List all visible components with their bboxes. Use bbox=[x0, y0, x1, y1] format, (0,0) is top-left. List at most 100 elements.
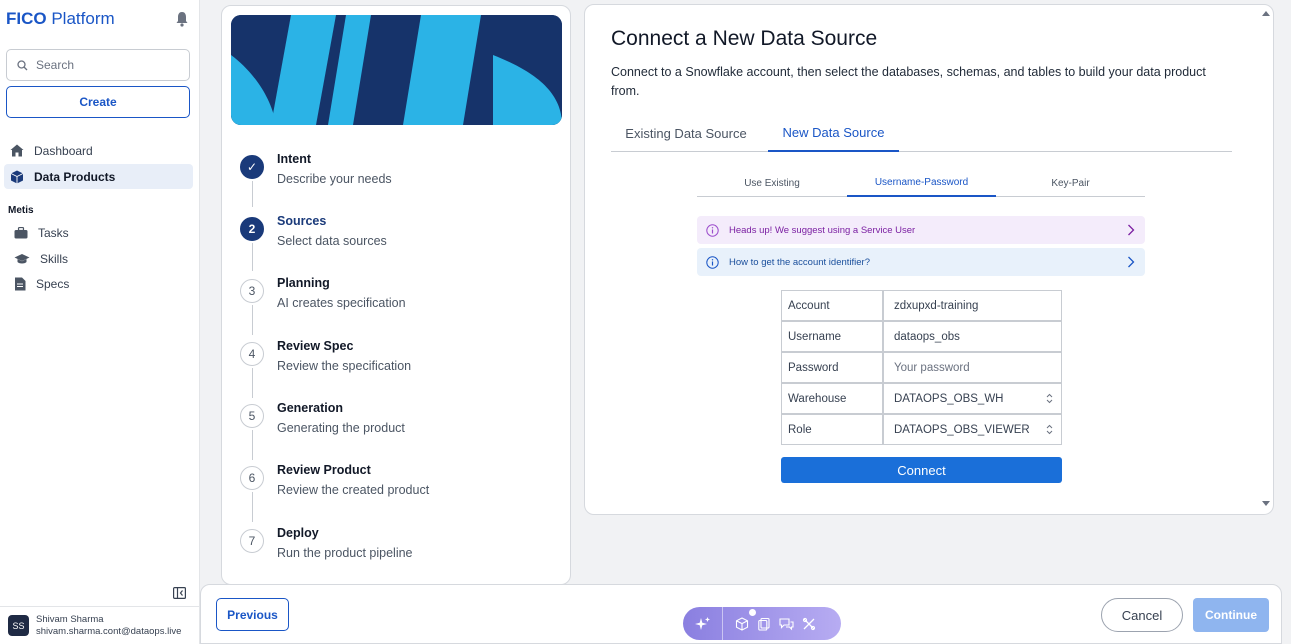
step-deploy[interactable]: 7 Deploy Run the product pipeline bbox=[240, 526, 560, 570]
sidebar-item-label: Tasks bbox=[38, 226, 69, 240]
sidebar: FICO Platform Search Create Dashboard Da… bbox=[0, 0, 200, 644]
assistant-dock bbox=[683, 607, 841, 640]
search-icon bbox=[17, 59, 28, 70]
step-planning[interactable]: 3 Planning AI creates specification bbox=[240, 276, 560, 320]
account-field[interactable]: zdxupxd-training bbox=[883, 290, 1062, 321]
step-review-product[interactable]: 6 Review Product Review the created prod… bbox=[240, 463, 560, 507]
collapse-sidebar-icon[interactable] bbox=[173, 587, 186, 599]
subtab-username-password[interactable]: Username-Password bbox=[847, 169, 996, 197]
brand-secondary: Platform bbox=[51, 9, 115, 28]
step-number: 7 bbox=[240, 529, 264, 553]
account-identifier-alert[interactable]: How to get the account identifier? bbox=[697, 248, 1145, 276]
form-row-password: Password Your password bbox=[781, 352, 1062, 383]
warehouse-select[interactable]: DATAOPS_OBS_WH bbox=[883, 383, 1062, 414]
select-updown-icon bbox=[1046, 424, 1053, 435]
user-email: shivam.sharma.cont@dataops.live bbox=[36, 625, 182, 637]
avatar: SS bbox=[8, 615, 29, 636]
subtab-use-existing[interactable]: Use Existing bbox=[697, 169, 847, 197]
step-number: 3 bbox=[240, 279, 264, 303]
step-review-spec[interactable]: 4 Review Spec Review the specification bbox=[240, 339, 560, 383]
service-user-alert[interactable]: Heads up! We suggest using a Service Use… bbox=[697, 216, 1145, 244]
step-number: 2 bbox=[240, 217, 264, 241]
tab-existing-data-source[interactable]: Existing Data Source bbox=[611, 115, 761, 152]
username-field[interactable]: dataops_obs bbox=[883, 321, 1062, 352]
alert-text: Heads up! We suggest using a Service Use… bbox=[729, 224, 916, 236]
step-desc: Select data sources bbox=[277, 234, 387, 248]
field-label: Username bbox=[781, 321, 883, 352]
form-row-account: Account zdxupxd-training bbox=[781, 290, 1062, 321]
form-row-role: Role DATAOPS_OBS_VIEWER bbox=[781, 414, 1062, 445]
field-label: Warehouse bbox=[781, 383, 883, 414]
step-title: Generation bbox=[277, 401, 343, 415]
chevron-right-icon bbox=[1128, 256, 1135, 268]
briefcase-icon bbox=[14, 227, 28, 239]
document-icon bbox=[15, 277, 26, 291]
sidebar-item-dashboard[interactable]: Dashboard bbox=[4, 138, 193, 163]
step-number: 4 bbox=[240, 342, 264, 366]
chevron-right-icon bbox=[1128, 224, 1135, 236]
step-desc: Describe your needs bbox=[277, 172, 392, 186]
previous-button[interactable]: Previous bbox=[216, 598, 289, 631]
step-desc: Run the product pipeline bbox=[277, 546, 413, 560]
user-profile[interactable]: SS Shivam Sharma shivam.sharma.cont@data… bbox=[0, 606, 200, 644]
step-desc: AI creates specification bbox=[277, 296, 406, 310]
step-desc: Review the specification bbox=[277, 359, 412, 373]
cube-outline-icon[interactable] bbox=[735, 616, 749, 631]
step-title: Deploy bbox=[277, 526, 319, 540]
user-name: Shivam Sharma bbox=[36, 613, 104, 625]
page-description: Connect to a Snowflake account, then sel… bbox=[611, 65, 1206, 98]
select-updown-icon bbox=[1046, 393, 1053, 404]
tab-new-data-source[interactable]: New Data Source bbox=[768, 115, 899, 152]
step-title: Sources bbox=[277, 214, 327, 228]
notification-dot bbox=[749, 609, 756, 616]
connect-data-source-panel: Connect a New Data Source Connect to a S… bbox=[584, 4, 1274, 515]
auth-method-tabs: Use Existing Username-Password Key-Pair bbox=[697, 169, 1145, 197]
copy-pages-icon[interactable] bbox=[757, 617, 771, 631]
create-button[interactable]: Create bbox=[6, 86, 190, 118]
page-title: Connect a New Data Source bbox=[611, 27, 878, 50]
select-value: DATAOPS_OBS_WH bbox=[894, 392, 1004, 405]
cancel-button[interactable]: Cancel bbox=[1101, 598, 1183, 632]
source-tabs: Existing Data Source New Data Source bbox=[611, 115, 1232, 152]
ai-sparkle-button[interactable] bbox=[683, 607, 723, 640]
form-row-username: Username dataops_obs bbox=[781, 321, 1062, 352]
sidebar-item-tasks[interactable]: Tasks bbox=[14, 222, 69, 244]
chat-bubbles-icon[interactable] bbox=[779, 617, 794, 631]
step-desc: Generating the product bbox=[277, 421, 405, 435]
step-intent[interactable]: ✓ Intent Describe your needs bbox=[240, 152, 560, 196]
sidebar-item-label: Skills bbox=[40, 252, 69, 266]
step-number: 5 bbox=[240, 404, 264, 428]
role-select[interactable]: DATAOPS_OBS_VIEWER bbox=[883, 414, 1062, 445]
info-icon bbox=[706, 223, 719, 237]
connect-button[interactable]: Connect bbox=[781, 457, 1062, 483]
continue-button[interactable]: Continue bbox=[1193, 598, 1269, 632]
step-title: Intent bbox=[277, 152, 312, 166]
search-placeholder: Search bbox=[36, 58, 75, 72]
section-label-metis: Metis bbox=[8, 205, 34, 216]
sidebar-item-label: Specs bbox=[36, 277, 70, 291]
sidebar-item-data-products[interactable]: Data Products bbox=[4, 164, 193, 189]
bell-icon[interactable] bbox=[175, 11, 189, 27]
sidebar-item-skills[interactable]: Skills bbox=[14, 248, 68, 270]
brand-primary: FICO bbox=[6, 9, 47, 28]
alert-text: How to get the account identifier? bbox=[729, 256, 871, 268]
scroll-down-arrow-icon[interactable] bbox=[1261, 500, 1271, 507]
subtab-key-pair[interactable]: Key-Pair bbox=[996, 169, 1145, 197]
search-input[interactable]: Search bbox=[6, 49, 190, 81]
step-number: 6 bbox=[240, 466, 264, 490]
sidebar-item-label: Dashboard bbox=[34, 143, 93, 158]
field-label: Password bbox=[781, 352, 883, 383]
brand-logo[interactable]: FICO Platform bbox=[6, 9, 115, 29]
step-generation[interactable]: 5 Generation Generating the product bbox=[240, 401, 560, 445]
cube-icon bbox=[10, 170, 24, 183]
scroll-up-arrow-icon[interactable] bbox=[1261, 10, 1271, 17]
step-title: Review Product bbox=[277, 463, 371, 477]
tools-icon[interactable] bbox=[802, 617, 816, 631]
wizard-footer: Previous Cancel Continue bbox=[200, 584, 1282, 644]
sidebar-item-specs[interactable]: Specs bbox=[14, 273, 69, 295]
step-sources[interactable]: 2 Sources Select data sources bbox=[240, 214, 560, 258]
step-title: Planning bbox=[277, 276, 330, 290]
password-field[interactable]: Your password bbox=[883, 352, 1062, 383]
graduation-cap-icon bbox=[14, 254, 30, 264]
step-title: Review Spec bbox=[277, 339, 354, 353]
